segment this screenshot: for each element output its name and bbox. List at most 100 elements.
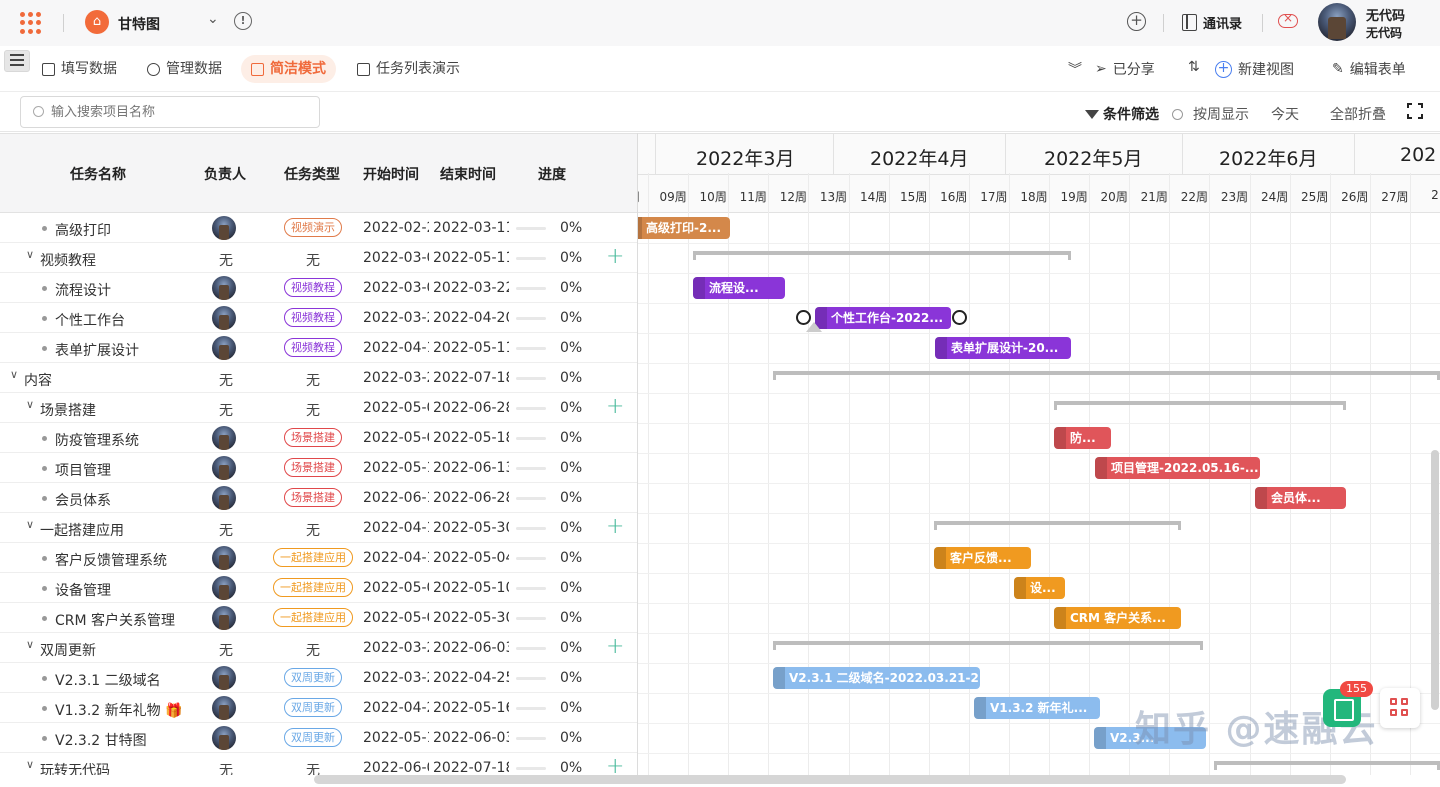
add-subtask-button[interactable]: + bbox=[606, 634, 624, 660]
gantt-task-bar[interactable]: 表单扩展设计-20... bbox=[935, 337, 1071, 359]
progress-bar bbox=[516, 767, 546, 770]
table-row[interactable]: 防疫管理系统 场景搭建 2022-05-0 2022-05-18 0% bbox=[0, 423, 637, 453]
chevron-down-icon[interactable]: ∨ bbox=[26, 398, 34, 411]
table-row[interactable]: 客户反馈管理系统 一起搭建应用 2022-04-1 2022-05-04 0% bbox=[0, 543, 637, 573]
task-name: V1.3.2 新年礼物 🎁 bbox=[55, 703, 183, 719]
info-icon[interactable]: ! bbox=[234, 12, 252, 30]
table-row[interactable]: V2.3.1 二级域名 双周更新 2022-03-2 2022-04-25 0% bbox=[0, 663, 637, 693]
end-date: 2022-05-16 bbox=[433, 700, 509, 716]
progress-value: 0% bbox=[560, 370, 583, 386]
group-summary-bar[interactable] bbox=[773, 641, 1203, 650]
search-box[interactable] bbox=[20, 96, 320, 128]
chevron-down-icon[interactable]: ∨ bbox=[10, 368, 18, 381]
column-header[interactable]: 结束时间 bbox=[440, 164, 496, 184]
group-summary-bar[interactable] bbox=[1054, 401, 1346, 410]
gantt-task-bar[interactable]: 个性工作台-2022... bbox=[815, 307, 951, 329]
tab-manage-data[interactable]: 管理数据 bbox=[137, 55, 232, 83]
column-header[interactable]: 任务名称 bbox=[70, 164, 126, 184]
end-date: 2022-05-18 bbox=[433, 430, 509, 446]
bar-start-shade bbox=[1054, 607, 1066, 629]
table-row[interactable]: ∨ 玩转无代码 无 无 2022-06-0 2022-07-18 0% + bbox=[0, 753, 637, 775]
today-button[interactable]: 今天 bbox=[1271, 104, 1299, 124]
resize-handle[interactable] bbox=[952, 310, 967, 325]
chevron-down-icon[interactable]: ∨ bbox=[26, 248, 34, 261]
user-subtitle: 无代码 bbox=[1366, 26, 1403, 40]
add-subtask-button[interactable]: + bbox=[606, 394, 624, 420]
add-circle-icon[interactable]: + bbox=[1127, 12, 1146, 31]
group-summary-bar[interactable] bbox=[773, 371, 1440, 380]
menu-toggle-button[interactable] bbox=[4, 50, 30, 72]
tab-simple-mode[interactable]: 简洁模式 bbox=[241, 55, 336, 83]
table-row[interactable]: ∨ 双周更新 无 无 2022-03-2 2022-06-03 0% + bbox=[0, 633, 637, 663]
week-view-button[interactable]: 按周显示 bbox=[1172, 104, 1249, 124]
owner-none: 无 bbox=[219, 373, 233, 389]
chevron-down-icon[interactable]: ∨ bbox=[26, 638, 34, 651]
apps-grid-button[interactable] bbox=[1380, 688, 1420, 728]
gantt-task-bar[interactable]: CRM 客户关系... bbox=[1054, 607, 1181, 629]
gantt-task-bar[interactable]: 会员体... bbox=[1255, 487, 1346, 509]
table-row[interactable]: 设备管理 一起搭建应用 2022-05-0 2022-05-10 0% bbox=[0, 573, 637, 603]
table-row[interactable]: 会员体系 场景搭建 2022-06-1 2022-06-28 0% bbox=[0, 483, 637, 513]
column-header[interactable]: 任务类型 bbox=[284, 164, 340, 184]
user-avatar[interactable] bbox=[1318, 3, 1356, 41]
gantt-task-bar[interactable]: 防... bbox=[1054, 427, 1111, 449]
tab-task-list-demo[interactable]: 任务列表演示 bbox=[347, 55, 470, 83]
filter-button[interactable]: 条件筛选 bbox=[1085, 104, 1159, 124]
month-label: 2022年3月 bbox=[696, 148, 795, 170]
gantt-task-bar[interactable]: V2.3.1 二级域名-2022.03.21-2... bbox=[773, 667, 980, 689]
chevron-down-icon[interactable]: ∨ bbox=[26, 518, 34, 531]
add-subtask-button[interactable]: + bbox=[606, 244, 624, 270]
column-header[interactable]: 开始时间 bbox=[363, 164, 419, 184]
progress-drag-icon[interactable] bbox=[806, 322, 822, 332]
gantt-task-bar[interactable]: 客户反馈... bbox=[934, 547, 1031, 569]
chevron-down-icon[interactable]: ⌄ bbox=[207, 11, 219, 27]
column-header[interactable]: 负责人 bbox=[204, 164, 246, 184]
table-row[interactable]: V1.3.2 新年礼物 🎁 双周更新 2022-04-2 2022-05-16 0% bbox=[0, 693, 637, 723]
chevron-down-icon[interactable]: ∨ bbox=[26, 758, 34, 771]
owner-avatar bbox=[212, 546, 236, 570]
table-row[interactable]: 项目管理 场景搭建 2022-05-1 2022-06-13 0% bbox=[0, 453, 637, 483]
tab-fill-data[interactable]: 填写数据 bbox=[32, 55, 127, 83]
start-date: 2022-05-0 bbox=[363, 430, 429, 446]
collapse-all-button[interactable]: 全部折叠 bbox=[1330, 104, 1386, 124]
expand-views-icon[interactable]: ︾ bbox=[1068, 59, 1082, 79]
column-header[interactable]: 进度 bbox=[538, 164, 566, 184]
horizontal-scrollbar[interactable] bbox=[314, 775, 1346, 784]
progress-bar bbox=[516, 497, 546, 500]
gantt-task-bar[interactable]: V1.3.2 新年礼... bbox=[974, 697, 1100, 719]
table-row[interactable]: V2.3.2 甘特图 双周更新 2022-05-1 2022-06-03 0% bbox=[0, 723, 637, 753]
table-row[interactable]: 高级打印 视频演示 2022-02-2 2022-03-11 0% bbox=[0, 213, 637, 243]
group-summary-bar[interactable] bbox=[934, 521, 1181, 530]
table-row[interactable]: ∨ 一起搭建应用 无 无 2022-04-1 2022-05-30 0% + bbox=[0, 513, 637, 543]
table-row[interactable]: ∨ 内容 无 无 2022-03-2 2022-07-18 0% bbox=[0, 363, 637, 393]
table-row[interactable]: 表单扩展设计 视频教程 2022-04-1 2022-05-11 0% bbox=[0, 333, 637, 363]
vertical-scrollbar[interactable] bbox=[1431, 450, 1439, 710]
group-summary-bar[interactable] bbox=[693, 251, 1071, 260]
group-summary-bar[interactable] bbox=[1214, 761, 1440, 770]
bar-start-shade bbox=[1095, 457, 1107, 479]
table-row[interactable]: ∨ 视频教程 无 无 2022-03-0 2022-05-11 0% + bbox=[0, 243, 637, 273]
bar-start-shade bbox=[1255, 487, 1267, 509]
divider bbox=[1354, 134, 1355, 174]
table-row[interactable]: 个性工作台 视频教程 2022-03-2 2022-04-20 0% bbox=[0, 303, 637, 333]
edit-form-button[interactable]: ✎ 编辑表单 bbox=[1332, 59, 1406, 79]
add-subtask-button[interactable]: + bbox=[606, 514, 624, 540]
type-tag: 一起搭建应用 bbox=[273, 608, 353, 627]
sort-views-icon[interactable]: ⇅ bbox=[1188, 59, 1200, 75]
contacts-button[interactable]: 通讯录 bbox=[1182, 13, 1242, 32]
table-row[interactable]: 流程设计 视频教程 2022-03-0 2022-03-22 0% bbox=[0, 273, 637, 303]
fullscreen-icon[interactable] bbox=[1406, 102, 1426, 122]
gantt-task-bar[interactable]: 流程设... bbox=[693, 277, 785, 299]
table-row[interactable]: CRM 客户关系管理 一起搭建应用 2022-05-0 2022-05-30 0% bbox=[0, 603, 637, 633]
end-date: 2022-06-03 bbox=[433, 730, 509, 746]
gantt-task-bar[interactable]: 高级打印-2... bbox=[638, 217, 730, 239]
table-row[interactable]: ∨ 场景搭建 无 无 2022-05-0 2022-06-28 0% + bbox=[0, 393, 637, 423]
gantt-task-bar[interactable]: 设... bbox=[1014, 577, 1065, 599]
new-view-button[interactable]: + 新建视图 bbox=[1215, 59, 1294, 79]
gantt-task-bar[interactable]: 项目管理-2022.05.16-... bbox=[1095, 457, 1260, 479]
app-grid-icon[interactable] bbox=[20, 12, 42, 34]
add-subtask-button[interactable]: + bbox=[606, 754, 624, 775]
cloud-offline-icon[interactable] bbox=[1278, 11, 1298, 28]
shared-button[interactable]: ➢ 已分享 bbox=[1095, 59, 1155, 79]
search-input[interactable] bbox=[51, 101, 311, 123]
